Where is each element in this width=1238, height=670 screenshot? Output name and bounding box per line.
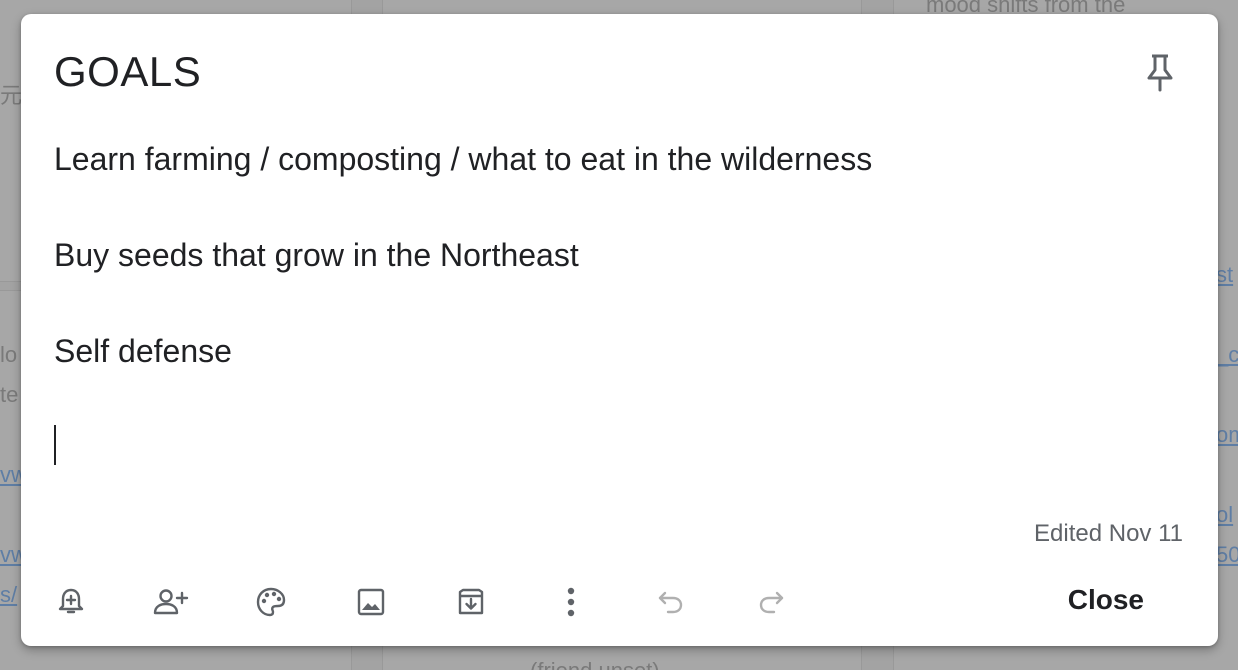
pin-icon[interactable] xyxy=(1138,50,1182,94)
archive-icon[interactable] xyxy=(445,576,497,628)
close-button[interactable]: Close xyxy=(1060,580,1152,620)
note-line[interactable]: Learn farming / composting / what to eat… xyxy=(54,140,872,236)
note-body[interactable]: Learn farming / composting / what to eat… xyxy=(54,140,872,428)
note-line[interactable]: Self defense xyxy=(54,332,872,428)
add-image-icon[interactable] xyxy=(345,576,397,628)
more-icon[interactable] xyxy=(545,576,597,628)
note-editor-dialog: GOALS Learn farming / composting / what … xyxy=(21,14,1218,646)
background-text: (friend unset) xyxy=(530,658,660,670)
background-link: st xyxy=(1216,262,1234,287)
background-text: te xyxy=(0,382,19,407)
background-link: ol xyxy=(1216,502,1234,527)
note-line[interactable]: Buy seeds that grow in the Northeast xyxy=(54,236,872,332)
background-options-icon[interactable] xyxy=(245,576,297,628)
edited-timestamp: Edited Nov 11 xyxy=(1034,520,1183,547)
background-link: _c xyxy=(1216,342,1238,367)
background-link: s/ xyxy=(0,582,18,607)
remind-me-icon[interactable] xyxy=(45,576,97,628)
background-link: om xyxy=(1216,422,1238,447)
background-link: 50 xyxy=(1216,542,1238,567)
note-title[interactable]: GOALS xyxy=(54,48,201,96)
redo-icon[interactable] xyxy=(745,576,797,628)
undo-icon[interactable] xyxy=(645,576,697,628)
background-text: lo xyxy=(0,342,18,367)
collaborator-icon[interactable] xyxy=(145,576,197,628)
text-cursor xyxy=(54,425,56,465)
